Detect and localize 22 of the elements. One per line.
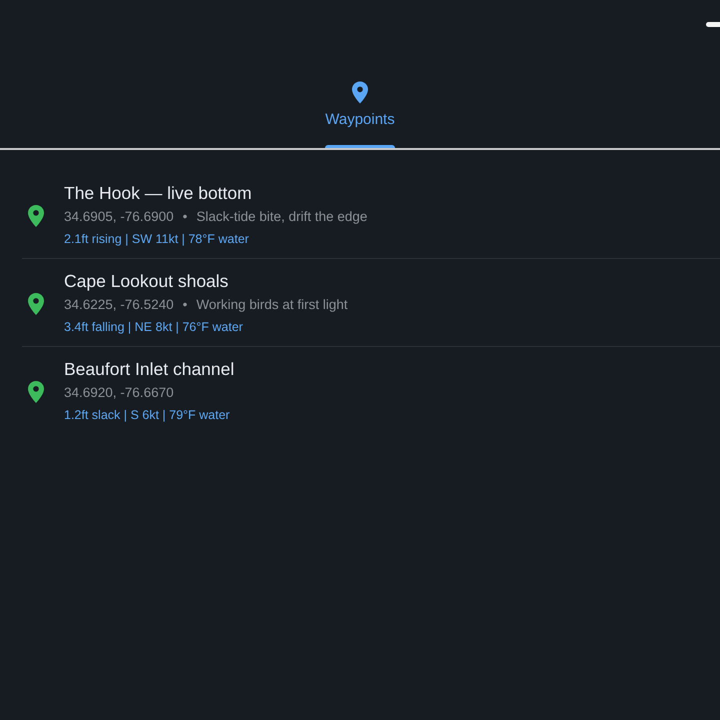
- waypoint-row[interactable]: Beaufort Inlet channel 34.6920, -76.6670 1.2ft slack | S 6kt | 79°F water: [22, 347, 720, 434]
- map-pin-icon: [352, 81, 368, 104]
- separator-dot: •: [182, 296, 188, 312]
- waypoint-name: The Hook — live bottom: [64, 182, 253, 204]
- dash-icon: [706, 22, 720, 26]
- map-pin-icon: [28, 381, 44, 403]
- waypoint-name: Beaufort Inlet channel: [64, 358, 234, 380]
- waypoint-coordinates: 34.6920, -76.6670: [64, 384, 174, 400]
- waypoints-tab[interactable]: Waypoints: [325, 48, 395, 148]
- waypoint-note: Working birds at first light: [196, 296, 348, 312]
- map-pin-icon: [28, 205, 44, 227]
- conditions-text: 3.4ft falling | NE 8kt | 76°F water: [64, 319, 244, 336]
- waypoint-coordinates: 34.6225, -76.5240: [64, 296, 174, 312]
- map-pin-icon: [28, 293, 44, 315]
- separator-dot: •: [182, 208, 188, 224]
- waypoint-coordinates: 34.6905, -76.6900: [64, 208, 174, 224]
- conditions-text: 1.2ft slack | S 6kt | 79°F water: [64, 407, 231, 424]
- waypoint-row[interactable]: The Hook — live bottom 34.6905, -76.6900 • Slack-tide bite, drift the edge 2.1ft rising | SW 11kt | 78°F water: [22, 171, 720, 259]
- conditions-text: 2.1ft rising | SW 11kt | 78°F water: [64, 231, 250, 248]
- waypoint-name: Cape Lookout shoals: [64, 270, 230, 292]
- waypoint-note: Slack-tide bite, drift the edge: [196, 208, 368, 224]
- waypoint-row[interactable]: Cape Lookout shoals 34.6225, -76.5240 • Working birds at first light 3.4ft falling | NE 8kt | 76°F water: [22, 259, 720, 347]
